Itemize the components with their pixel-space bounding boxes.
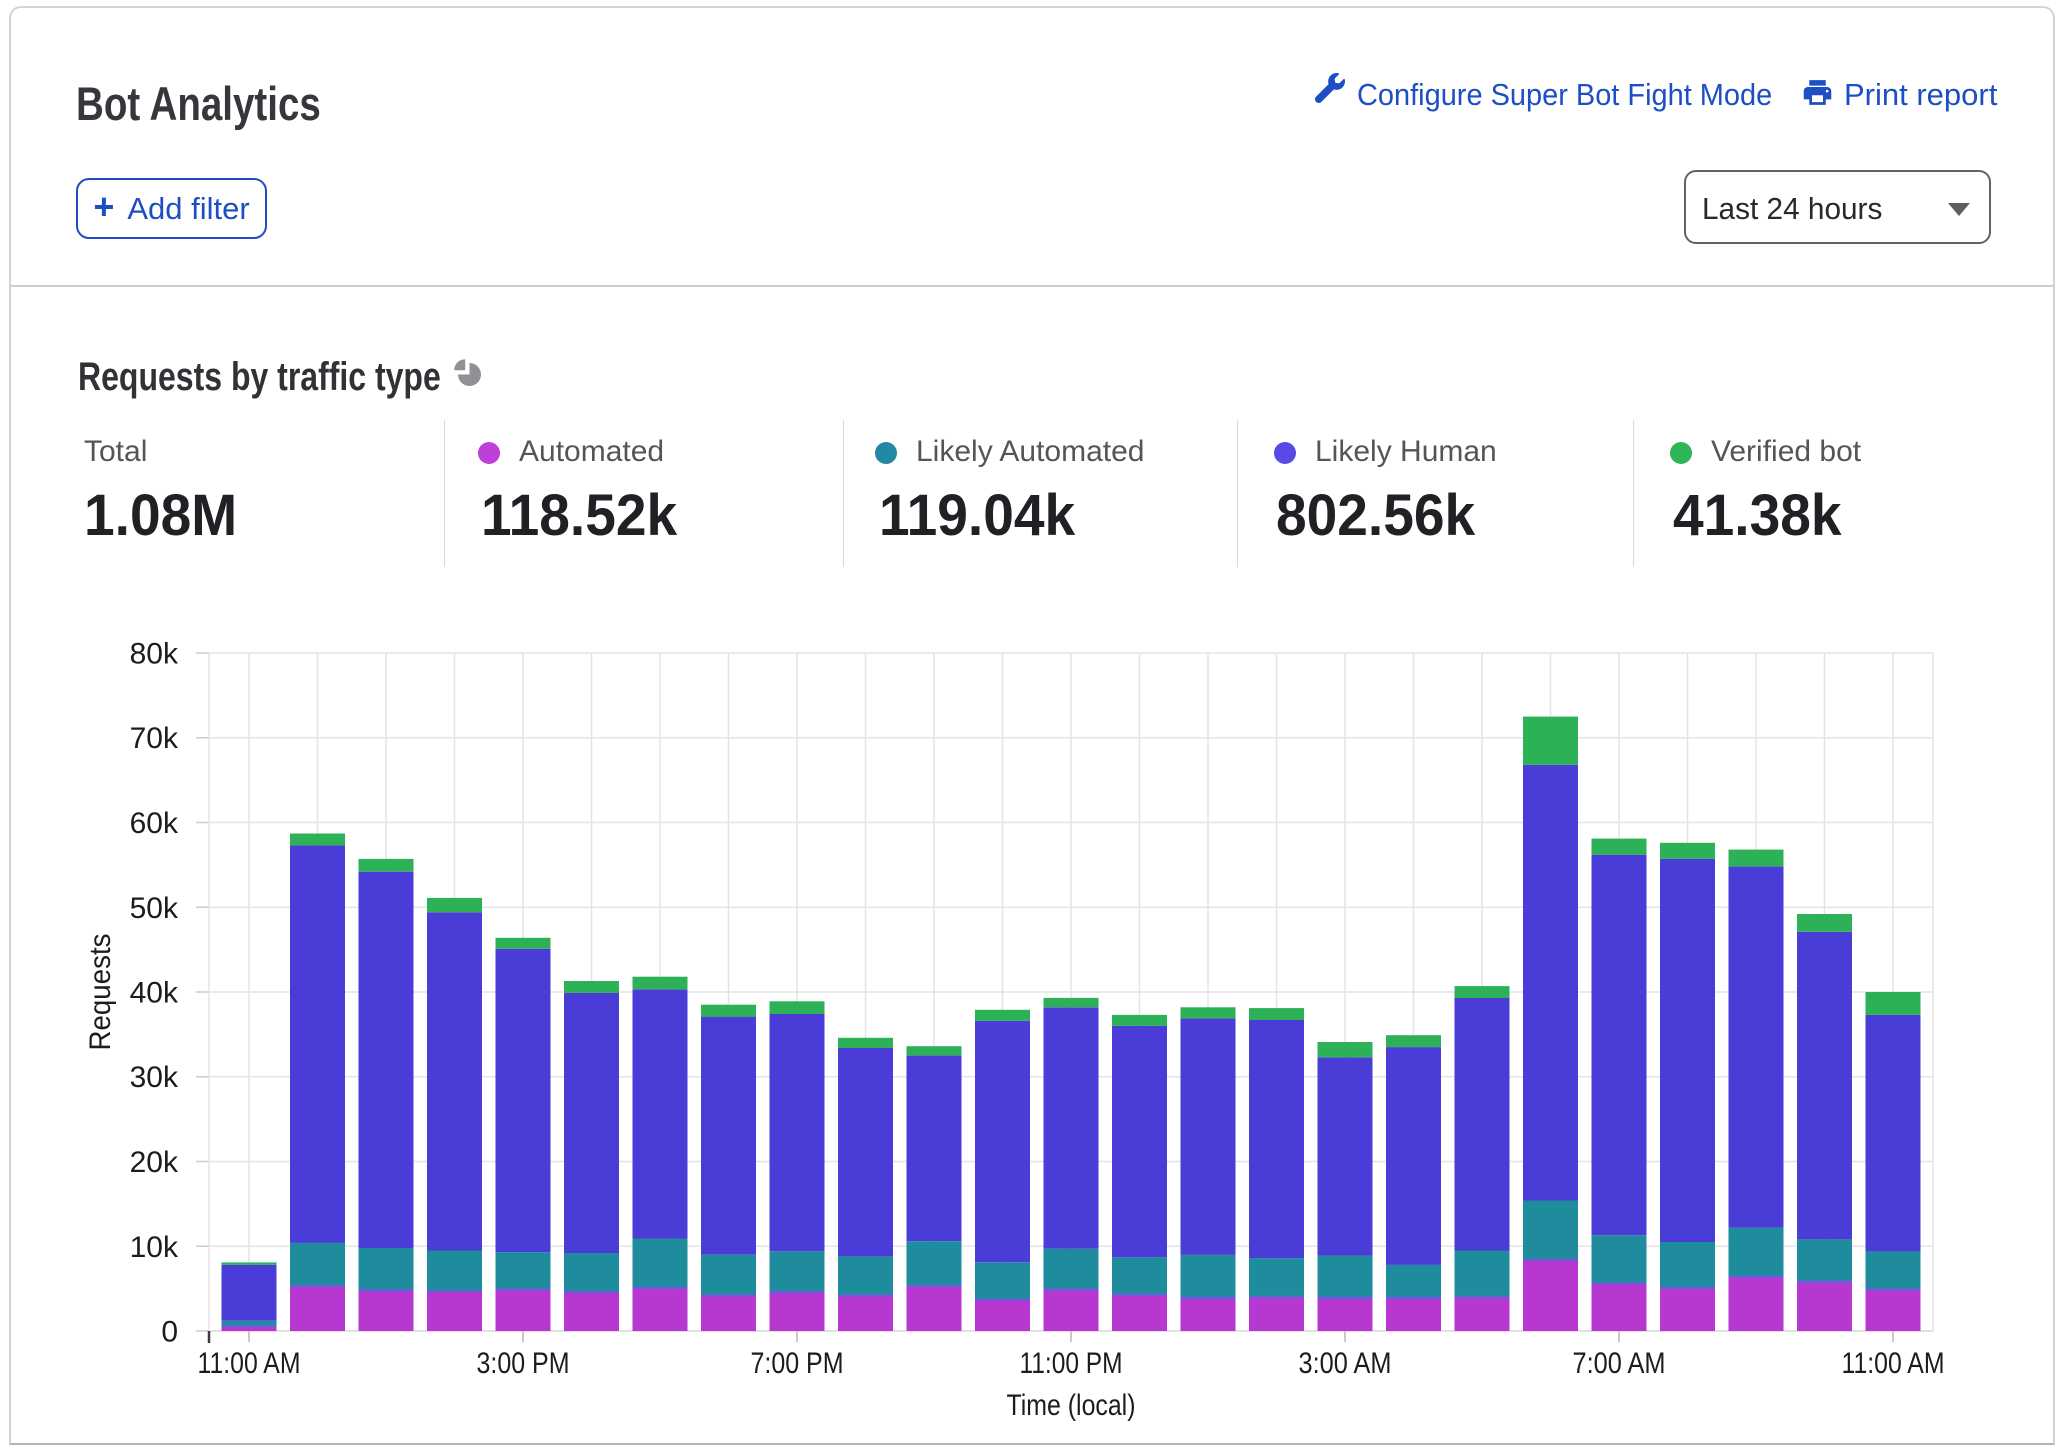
svg-text:40k: 40k	[130, 977, 179, 1010]
svg-text:Requests: Requests	[84, 934, 117, 1051]
svg-text:20k: 20k	[130, 1146, 179, 1179]
svg-text:3:00 AM: 3:00 AM	[1299, 1347, 1392, 1380]
svg-text:3:00 PM: 3:00 PM	[477, 1347, 570, 1380]
svg-text:0: 0	[161, 1316, 178, 1349]
svg-text:60k: 60k	[130, 807, 179, 840]
svg-text:11:00 AM: 11:00 AM	[1842, 1347, 1945, 1380]
svg-text:Time (local): Time (local)	[1007, 1389, 1136, 1422]
svg-text:70k: 70k	[130, 722, 179, 755]
svg-text:80k: 80k	[130, 638, 179, 671]
svg-text:10k: 10k	[130, 1231, 179, 1264]
svg-text:7:00 AM: 7:00 AM	[1573, 1347, 1666, 1380]
svg-text:30k: 30k	[130, 1061, 179, 1094]
svg-text:11:00 PM: 11:00 PM	[1020, 1347, 1123, 1380]
svg-text:50k: 50k	[130, 892, 179, 925]
svg-text:7:00 PM: 7:00 PM	[751, 1347, 844, 1380]
svg-text:11:00 AM: 11:00 AM	[198, 1347, 301, 1380]
